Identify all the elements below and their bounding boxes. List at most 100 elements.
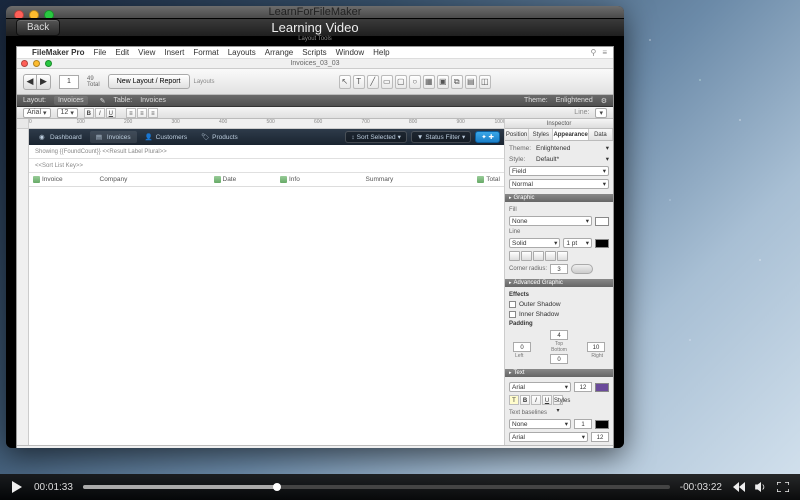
font-picker[interactable]: Arial▾ <box>23 108 51 118</box>
volume-button[interactable] <box>754 480 768 494</box>
pad-bottom-input[interactable]: 0 <box>550 354 568 364</box>
rewind-button[interactable] <box>732 480 746 494</box>
section-graphic[interactable]: Graphic <box>505 194 613 202</box>
chart-tool-icon[interactable]: ◫ <box>479 75 491 89</box>
tab-appearance[interactable]: Appearance <box>553 129 588 140</box>
line-style-picker[interactable]: Solid▾ <box>509 238 560 248</box>
oval-tool-icon[interactable]: ○ <box>409 75 421 89</box>
disclosure-icon[interactable] <box>214 176 221 183</box>
add-button[interactable]: ✦ ✚ <box>475 131 500 143</box>
tab-styles[interactable]: Styles <box>529 129 553 140</box>
sort-selected-button[interactable]: ↕ Sort Selected ▾ <box>345 131 407 143</box>
bold-icon[interactable]: B <box>84 108 94 118</box>
tab-position[interactable]: Position <box>505 129 529 140</box>
text-font-picker[interactable]: Arial▾ <box>509 382 571 392</box>
disclosure-icon[interactable] <box>280 176 287 183</box>
nav-dashboard[interactable]: ◉ Dashboard <box>33 131 88 143</box>
baseline-width[interactable]: 1 <box>574 419 592 429</box>
line-tool-icon[interactable]: ╱ <box>367 75 379 89</box>
italic-icon[interactable]: I <box>95 108 105 118</box>
prev-record-icon[interactable]: ◀ <box>23 74 37 90</box>
seek-thumb[interactable] <box>273 483 281 491</box>
list-icon[interactable]: ≡ <box>602 48 607 57</box>
theme-menu-icon[interactable]: ▾ <box>606 144 609 152</box>
layout-canvas[interactable]: 0 100 200 300 400 500 600 700 800 900 10… <box>17 119 505 445</box>
pencil-icon[interactable]: ✎ <box>100 97 106 105</box>
corner-bl-icon[interactable] <box>545 251 556 261</box>
underline-icon[interactable]: U <box>106 108 116 118</box>
align-left-icon[interactable]: ≡ <box>126 108 136 118</box>
menu-file[interactable]: File <box>93 48 106 57</box>
search-icon[interactable]: ⚲ <box>590 48 596 57</box>
pad-top-input[interactable]: 4 <box>550 330 568 340</box>
field-tool-icon[interactable]: ▦ <box>423 75 435 89</box>
status-filter-button[interactable]: ▼ Status Filter ▾ <box>411 131 471 143</box>
underline-icon-2[interactable]: U <box>542 395 552 405</box>
portal-tool-icon[interactable]: ▤ <box>465 75 477 89</box>
line-color-swatch[interactable] <box>595 239 609 248</box>
rect-tool-icon[interactable]: ▭ <box>381 75 393 89</box>
fm-app-name[interactable]: FileMaker Pro <box>32 48 84 57</box>
outer-shadow-checkbox[interactable] <box>509 301 516 308</box>
disclosure-icon[interactable] <box>477 176 484 183</box>
inner-shadow-checkbox[interactable] <box>509 311 516 318</box>
disclosure-icon[interactable] <box>33 176 40 183</box>
doc-close-icon[interactable] <box>21 60 28 67</box>
button-tool-icon[interactable]: ▣ <box>437 75 449 89</box>
nav-customers[interactable]: 👤 Customers <box>139 131 193 143</box>
section-advanced[interactable]: Advanced Graphic <box>505 279 613 287</box>
menu-scripts[interactable]: Scripts <box>302 48 326 57</box>
corner-buttons[interactable] <box>509 251 568 261</box>
menu-layouts[interactable]: Layouts <box>228 48 256 57</box>
line-width-picker[interactable]: 1 pt▾ <box>563 238 592 248</box>
menu-view[interactable]: View <box>138 48 155 57</box>
size-picker[interactable]: 12▾ <box>57 108 78 118</box>
object-type-picker[interactable]: Field▾ <box>509 166 609 176</box>
text-size-2[interactable]: 12 <box>591 432 609 442</box>
tab-data[interactable]: Data <box>589 129 613 140</box>
menu-window[interactable]: Window <box>336 48 364 57</box>
pad-right-input[interactable]: 10 <box>587 342 605 352</box>
menu-format[interactable]: Format <box>193 48 218 57</box>
pad-left-input[interactable]: 0 <box>513 342 531 352</box>
corner-br-icon[interactable] <box>557 251 568 261</box>
state-picker[interactable]: Normal▾ <box>509 179 609 189</box>
highlight-icon[interactable]: T <box>509 395 519 405</box>
doc-traffic-lights[interactable] <box>21 60 52 67</box>
seek-track[interactable] <box>83 485 670 489</box>
doc-zoom-icon[interactable] <box>45 60 52 67</box>
theme-gear-icon[interactable]: ⚙ <box>601 97 607 105</box>
nav-products[interactable]: 🏷 Products <box>195 131 244 143</box>
section-text[interactable]: Text <box>505 369 613 377</box>
align-right-icon[interactable]: ≡ <box>148 108 158 118</box>
back-button[interactable]: Back <box>16 19 60 36</box>
fullscreen-button[interactable] <box>776 480 790 494</box>
corner-slider[interactable] <box>571 264 593 274</box>
italic-icon-2[interactable]: I <box>531 395 541 405</box>
more-styles-icon[interactable]: Styles ▾ <box>553 395 563 405</box>
text-font-picker-2[interactable]: Arial▾ <box>509 432 588 442</box>
doc-minimize-icon[interactable] <box>33 60 40 67</box>
menu-help[interactable]: Help <box>373 48 389 57</box>
next-record-icon[interactable]: ▶ <box>37 74 51 90</box>
menu-arrange[interactable]: Arrange <box>265 48 293 57</box>
text-size-input[interactable]: 12 <box>574 382 592 392</box>
corner-radius-input[interactable]: 3 <box>550 264 568 274</box>
align-center-icon[interactable]: ≡ <box>137 108 147 118</box>
menu-insert[interactable]: Insert <box>164 48 184 57</box>
fill-picker[interactable]: None▾ <box>509 216 592 226</box>
corner-tl-icon[interactable] <box>521 251 532 261</box>
corner-tr-icon[interactable] <box>533 251 544 261</box>
fill-swatch[interactable] <box>595 217 609 226</box>
bold-icon-2[interactable]: B <box>520 395 530 405</box>
corner-all-icon[interactable] <box>509 251 520 261</box>
layout-picker[interactable]: Invoices <box>54 96 88 105</box>
play-button[interactable] <box>10 480 24 494</box>
rrect-tool-icon[interactable]: ▢ <box>395 75 407 89</box>
nav-invoices[interactable]: ▤ Invoices <box>90 131 137 143</box>
baseline-color-swatch[interactable] <box>595 420 609 429</box>
pointer-tool-icon[interactable]: ↖ <box>339 75 351 89</box>
line-spacing-picker[interactable]: ▾ <box>595 108 607 118</box>
record-nav[interactable]: ◀ ▶ <box>23 74 51 90</box>
baseline-picker[interactable]: None▾ <box>509 419 571 429</box>
